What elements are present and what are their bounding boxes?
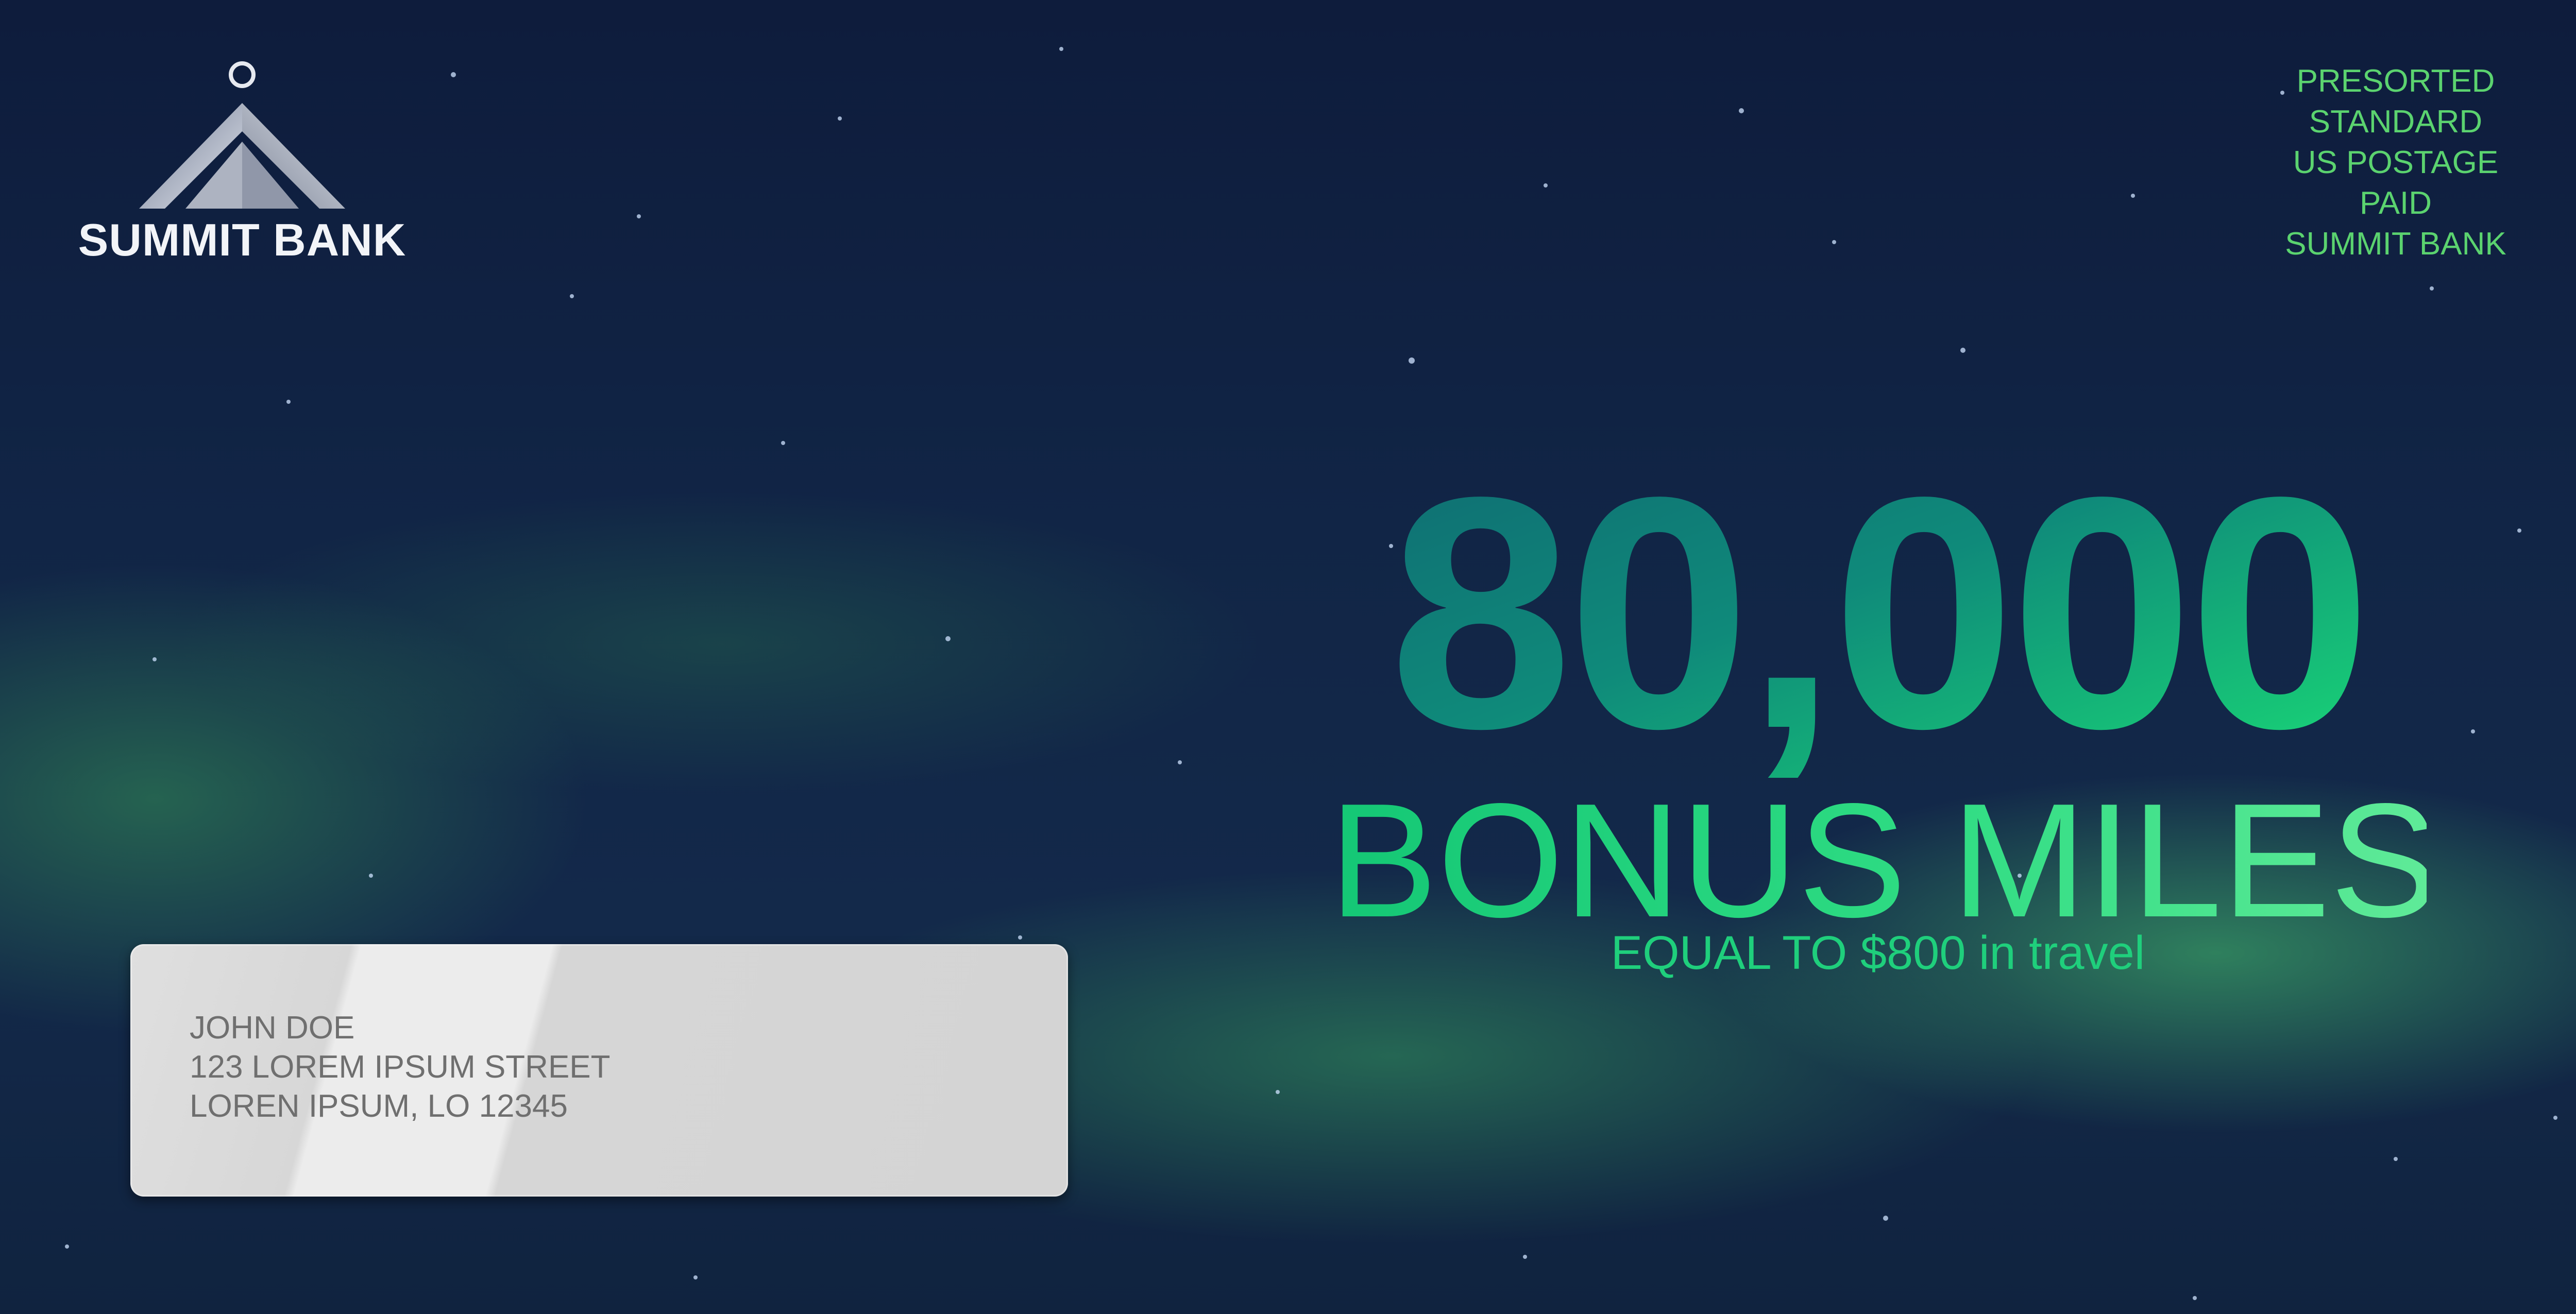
bonus-label: BONUS MILES [1329,770,2439,951]
recipient-city-line: LOREN IPSUM, LO 12345 [190,1088,568,1124]
postage-indicia: PRESORTED STANDARD US POSTAGE PAID SUMMI… [2215,61,2576,264]
postage-line: US POSTAGE [2293,145,2499,180]
bank-name: SUMMIT BANK [78,214,406,265]
offer-subtitle: EQUAL TO $800 in travel [1611,927,2145,979]
bank-logo: SUMMIT BANK [72,59,412,265]
recipient-name: JOHN DOE [190,1010,355,1046]
postage-line: PRESORTED [2296,63,2495,99]
offer-headline: 80,000 BONUS MILES EQUAL TO $800 in trav… [1329,448,2439,1004]
recipient-street: 123 LOREM IPSUM STREET [190,1049,611,1085]
postage-line: STANDARD [2309,104,2483,140]
envelope-front: SUMMIT BANK PRESORTED STANDARD US POSTAG… [0,0,2576,1314]
mountain-icon [139,61,345,209]
postage-line: PAID [2359,185,2432,221]
bonus-amount: 80,000 [1329,448,2427,778]
postage-line: SUMMIT BANK [2285,226,2506,262]
address-window: JOHN DOE 123 LOREM IPSUM STREET LOREN IP… [130,944,1068,1197]
mailing-address: JOHN DOE 123 LOREM IPSUM STREET LOREN IP… [190,1009,611,1126]
